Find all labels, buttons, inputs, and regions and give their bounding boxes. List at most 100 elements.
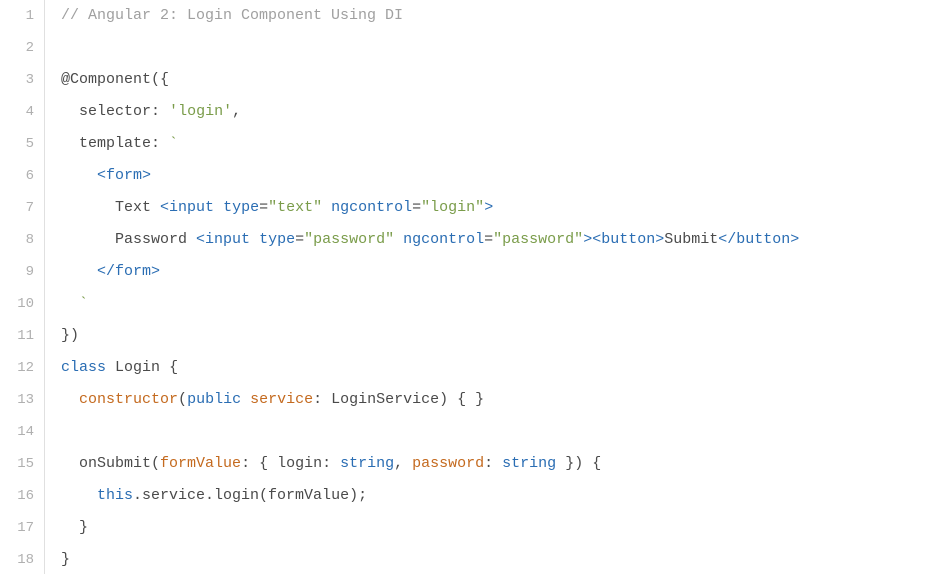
string-token: "text"	[268, 199, 322, 216]
code-token: =	[484, 231, 493, 248]
string-token: '	[169, 103, 178, 120]
string-token: '	[223, 103, 232, 120]
string-token: "login"	[421, 199, 484, 216]
string-token: "password"	[493, 231, 583, 248]
code-token: ({	[151, 71, 169, 88]
code-line[interactable]: @Component({	[61, 64, 930, 96]
line-number-gutter: 1 2 3 4 5 6 7 8 9 10 11 12 13 14 15 16 1…	[0, 0, 45, 574]
code-line[interactable]: this.service.login(formValue);	[61, 480, 930, 512]
line-number: 12	[0, 352, 34, 384]
code-token	[61, 167, 97, 184]
key-token: password	[412, 455, 484, 472]
code-line[interactable]: }	[61, 544, 930, 576]
code-token: ) { }	[439, 391, 484, 408]
tag-token: button	[601, 231, 655, 248]
code-line[interactable]: class Login {	[61, 352, 930, 384]
code-line[interactable]: template: `	[61, 128, 930, 160]
code-token: :	[484, 455, 502, 472]
code-editor[interactable]: // Angular 2: Login Component Using DI @…	[45, 0, 930, 574]
string-token: "password"	[304, 231, 394, 248]
tag-token: >	[142, 167, 151, 184]
code-line[interactable]: Password <input type="password" ngcontro…	[61, 224, 930, 256]
tag-token: >	[655, 231, 664, 248]
code-token: }) {	[556, 455, 601, 472]
code-token: Submit	[664, 231, 718, 248]
line-number: 17	[0, 512, 34, 544]
string-token: `	[79, 295, 88, 312]
code-token	[241, 391, 250, 408]
code-token	[61, 135, 79, 152]
tag-token: <	[196, 231, 205, 248]
code-token: ,	[394, 455, 412, 472]
code-token: :	[322, 455, 340, 472]
type-token: LoginService	[331, 391, 439, 408]
code-token: {	[169, 359, 178, 376]
code-token: Password	[115, 231, 196, 248]
code-token: template	[79, 135, 151, 152]
code-token	[160, 359, 169, 376]
code-line[interactable]: </form>	[61, 256, 930, 288]
line-number: 8	[0, 224, 34, 256]
code-line[interactable]: constructor(public service: LoginService…	[61, 384, 930, 416]
code-token: =	[295, 231, 304, 248]
constructor-token: constructor	[79, 391, 178, 408]
code-token: =	[259, 199, 268, 216]
code-line[interactable]: // Angular 2: Login Component Using DI	[61, 0, 930, 32]
type-token: string	[502, 455, 556, 472]
line-number: 14	[0, 416, 34, 448]
attr-token: type	[223, 199, 259, 216]
tag-token: >	[583, 231, 592, 248]
line-number: 4	[0, 96, 34, 128]
tag-token: >	[484, 199, 493, 216]
code-token: }	[61, 551, 70, 568]
line-number: 13	[0, 384, 34, 416]
keyword-token: public	[187, 391, 241, 408]
code-token	[61, 295, 79, 312]
line-number: 5	[0, 128, 34, 160]
code-token	[61, 199, 115, 216]
comment-token: // Angular 2: Login Component Using DI	[61, 7, 403, 24]
line-number: 3	[0, 64, 34, 96]
code-token	[250, 231, 259, 248]
tag-token: <	[97, 167, 106, 184]
class-name-token: Login	[115, 359, 160, 376]
line-number: 1	[0, 0, 34, 32]
code-token: .service.login(formValue);	[133, 487, 367, 504]
code-token	[61, 455, 79, 472]
code-token	[61, 519, 79, 536]
attr-token: ngcontrol	[331, 199, 412, 216]
code-line[interactable]: selector: 'login',	[61, 96, 930, 128]
code-line[interactable]	[61, 416, 930, 448]
line-number: 15	[0, 448, 34, 480]
code-token	[106, 359, 115, 376]
string-token: `	[169, 135, 178, 152]
code-line[interactable]: Text <input type="text" ngcontrol="login…	[61, 192, 930, 224]
code-token: :	[151, 135, 169, 152]
code-token: : {	[241, 455, 277, 472]
this-token: this	[97, 487, 133, 504]
code-line[interactable]: })	[61, 320, 930, 352]
code-line[interactable]: }	[61, 512, 930, 544]
code-line[interactable]: `	[61, 288, 930, 320]
code-token: @Component	[61, 71, 151, 88]
code-token: (	[151, 455, 160, 472]
line-number: 9	[0, 256, 34, 288]
code-line[interactable]	[61, 32, 930, 64]
line-number: 6	[0, 160, 34, 192]
tag-token: input	[169, 199, 214, 216]
code-token: }	[79, 519, 88, 536]
code-line[interactable]: onSubmit(formValue: { login: string, pas…	[61, 448, 930, 480]
code-token: Text	[115, 199, 160, 216]
param-token: formValue	[160, 455, 241, 472]
code-token: ,	[232, 103, 241, 120]
tag-token: <	[160, 199, 169, 216]
keyword-token: class	[61, 359, 106, 376]
code-token	[61, 391, 79, 408]
code-token: :	[313, 391, 331, 408]
tag-token: <	[592, 231, 601, 248]
param-token: service	[250, 391, 313, 408]
line-number: 2	[0, 32, 34, 64]
code-token	[394, 231, 403, 248]
code-line[interactable]: <form>	[61, 160, 930, 192]
code-token: selector	[79, 103, 151, 120]
